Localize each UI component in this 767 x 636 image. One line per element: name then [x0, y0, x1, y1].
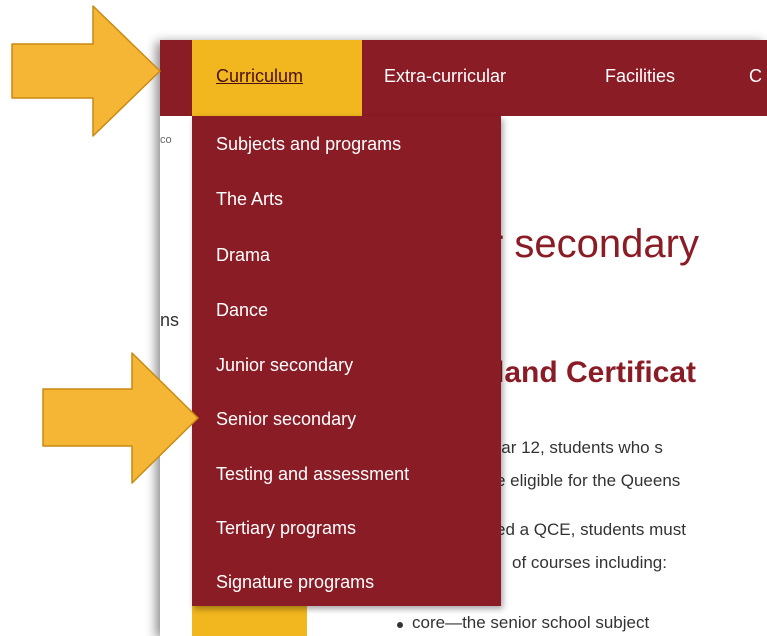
annotation-arrows	[11, 5, 199, 484]
right-arrow-icon	[11, 5, 161, 137]
right-arrow-icon	[42, 352, 199, 484]
